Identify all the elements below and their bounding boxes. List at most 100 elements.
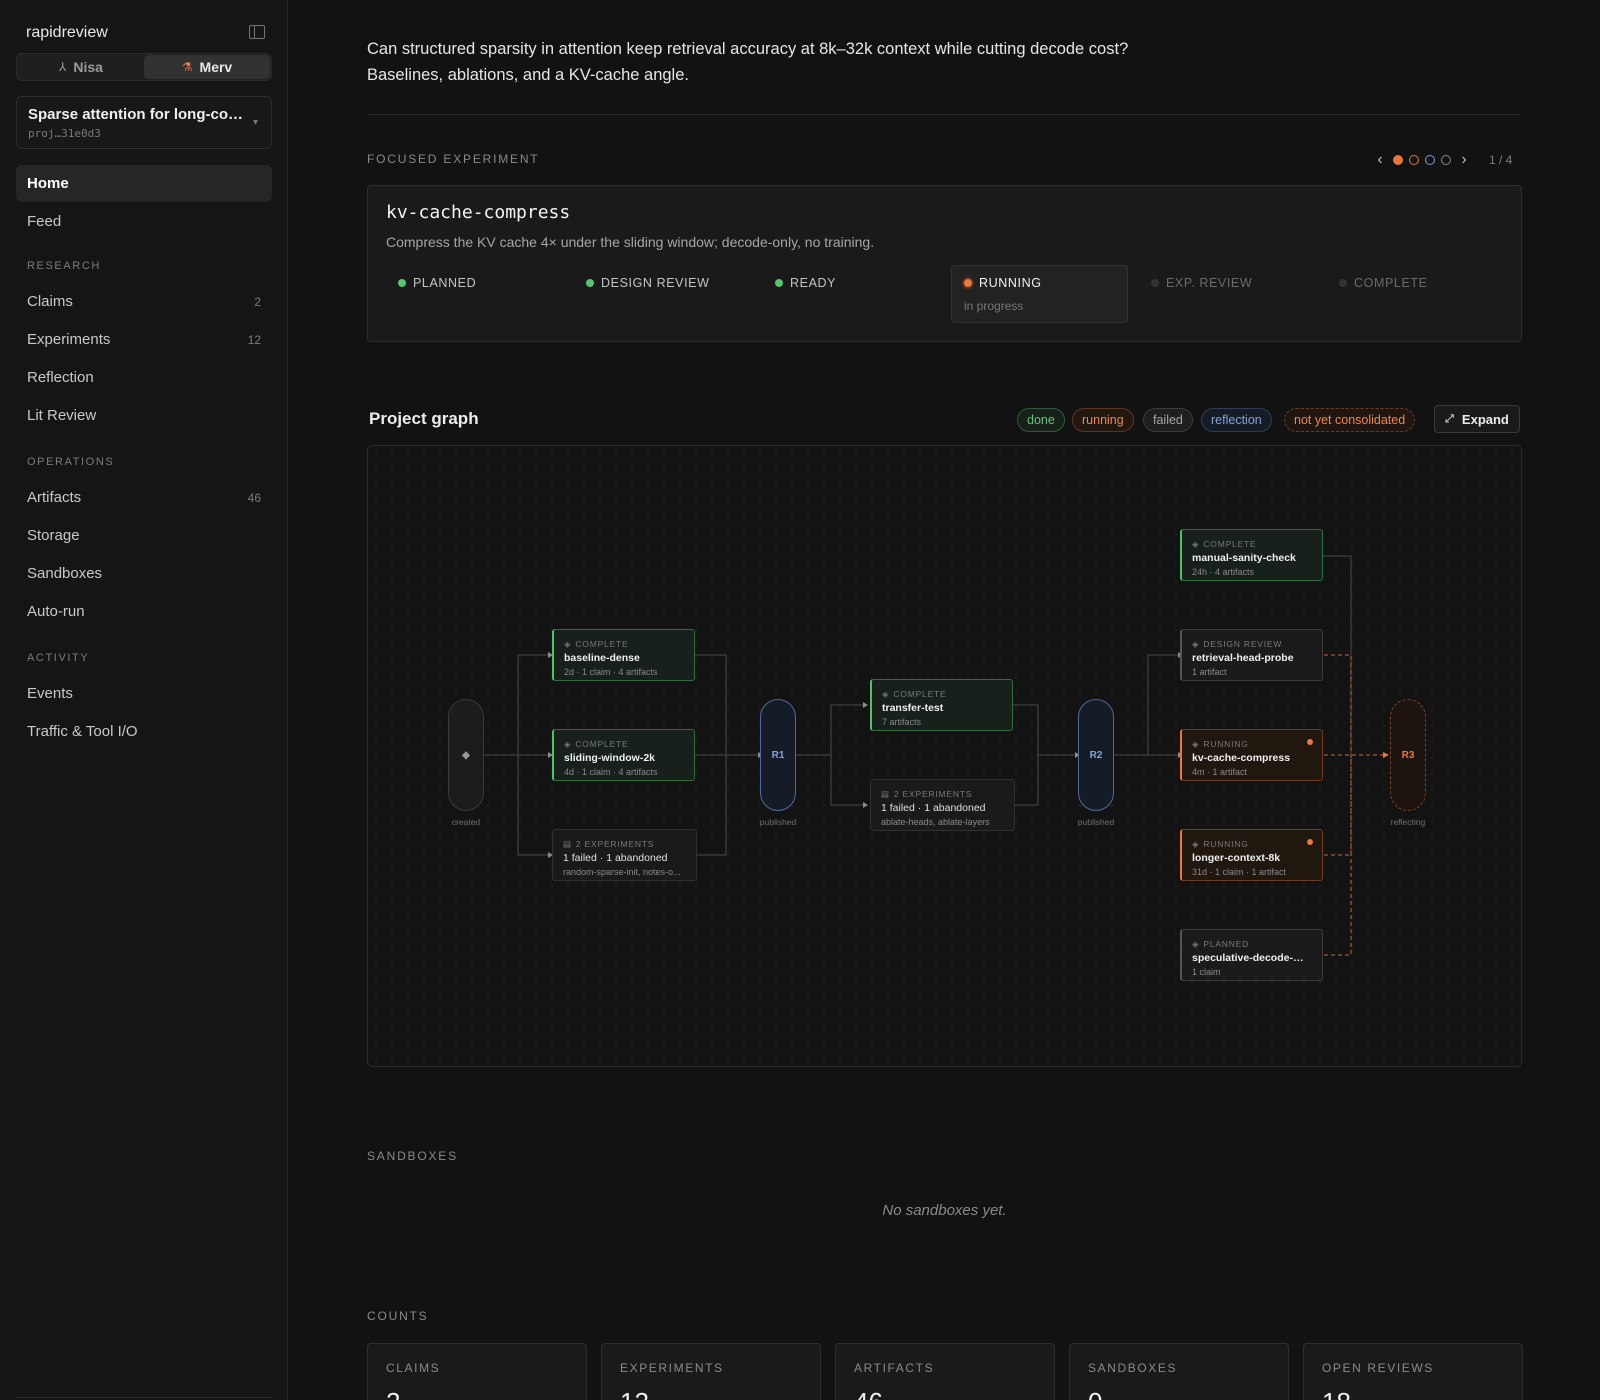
app-brand: rapidreview: [26, 24, 108, 41]
project-graph-canvas[interactable]: ◆ created ◈ COMPLETE baseline-dense 2d · …: [367, 445, 1522, 1067]
node-meta: ablate-heads, ablate-layers: [881, 817, 990, 827]
node-status: RUNNING: [1203, 739, 1249, 749]
flask-icon: ⚗: [181, 60, 193, 74]
nav-label: Reflection: [27, 369, 94, 386]
nav-experiments[interactable]: Experiments 12: [16, 321, 272, 358]
node-name: 1 failed · 1 abandoned: [881, 802, 986, 814]
nav-label: Sandboxes: [27, 565, 103, 582]
pager-dot[interactable]: [1393, 155, 1403, 165]
expand-button[interactable]: ⤢ Expand: [1434, 405, 1520, 433]
graph-node-kv-cache-compress[interactable]: ◈ RUNNING kv-cache-compress 4m · 1 artifa…: [1180, 729, 1323, 781]
graph-node-transfer-test[interactable]: ◈ COMPLETE transfer-test 7 artifacts: [870, 679, 1013, 731]
status-dot: [586, 279, 594, 287]
graph-node-speculative-decode[interactable]: ◈ PLANNED speculative-decode-… 1 claim: [1180, 929, 1323, 981]
stage-complete: COMPLETE: [1327, 266, 1440, 324]
status-dot: [1151, 279, 1159, 287]
user-tab-label: Nisa: [73, 59, 103, 75]
count-value: 12: [620, 1387, 802, 1400]
status-icon: ◈: [1192, 739, 1200, 749]
sandboxes-empty-state: No sandboxes yet.: [882, 1202, 1007, 1219]
node-status: PLANNED: [1203, 939, 1250, 949]
count-value: 46: [854, 1387, 1036, 1400]
count-card-sandboxes[interactable]: SANDBOXES 0: [1069, 1343, 1289, 1400]
nav-storage[interactable]: Storage: [16, 517, 272, 554]
user-tab-nisa[interactable]: ⅄ Nisa: [18, 55, 144, 79]
sidebar: rapidreview ⅄ Nisa ⚗ Merv Sparse attenti…: [0, 0, 288, 1400]
node-name: sliding-window-2k: [564, 752, 655, 764]
stage-running: RUNNING in progress: [951, 265, 1128, 323]
count-card-experiments[interactable]: EXPERIMENTS 12: [601, 1343, 821, 1400]
chevron-left-icon[interactable]: ‹: [1373, 151, 1387, 169]
pager-dot[interactable]: [1425, 155, 1435, 165]
experiment-title: kv-cache-compress: [386, 202, 571, 223]
graph-start-node[interactable]: ◆: [448, 699, 484, 811]
node-status: DESIGN REVIEW: [1203, 639, 1283, 649]
nav-claims[interactable]: Claims 2: [16, 283, 272, 320]
count-value: 18: [1322, 1387, 1504, 1400]
graph-round-r1[interactable]: R1: [760, 699, 796, 811]
stage-planned: PLANNED: [386, 266, 488, 324]
sidebar-divider: [16, 1397, 272, 1398]
pill-caption: reflecting: [1390, 817, 1426, 827]
pager-dot[interactable]: [1409, 155, 1419, 165]
experiment-pager: ‹ › 1 / 4: [1373, 151, 1512, 169]
count-card-open-reviews[interactable]: OPEN REVIEWS 18: [1303, 1343, 1523, 1400]
graph-node-manual-sanity-check[interactable]: ◈ COMPLETE manual-sanity-check 24h · 4 ar…: [1180, 529, 1323, 581]
graph-node-group[interactable]: ▤ 2 EXPERIMENTS 1 failed · 1 abandoned ab…: [870, 779, 1015, 831]
stack-icon: ▤: [563, 839, 572, 849]
node-meta: 1 artifact: [1192, 667, 1227, 677]
count-card-claims[interactable]: CLAIMS 2: [367, 1343, 587, 1400]
graph-node-sliding-window-2k[interactable]: ◈ COMPLETE sliding-window-2k 4d · 1 claim…: [552, 729, 695, 781]
user-icon: ⅄: [59, 60, 67, 74]
nav-traffic[interactable]: Traffic & Tool I/O: [16, 713, 272, 750]
graph-round-r3[interactable]: R3: [1390, 699, 1426, 811]
pager-dot[interactable]: [1441, 155, 1451, 165]
nav-label: Feed: [27, 213, 62, 230]
nav-auto-run[interactable]: Auto-run: [16, 593, 272, 630]
count-card-artifacts[interactable]: ARTIFACTS 46: [835, 1343, 1055, 1400]
node-status: COMPLETE: [575, 639, 629, 649]
nav-sandboxes[interactable]: Sandboxes: [16, 555, 272, 592]
graph-round-r2[interactable]: R2: [1078, 699, 1114, 811]
main-content: Can structured sparsity in attention kee…: [288, 0, 1600, 1400]
node-meta: 31d · 1 claim · 1 artifact: [1192, 867, 1287, 877]
graph-node-retrieval-head-probe[interactable]: ◈ DESIGN REVIEW retrieval-head-probe 1 ar…: [1180, 629, 1323, 681]
status-icon: ◈: [1192, 839, 1200, 849]
nav-reflection[interactable]: Reflection: [16, 359, 272, 396]
focused-experiment-card[interactable]: kv-cache-compress Compress the KV cache …: [367, 185, 1522, 342]
nav-label: Claims: [27, 293, 73, 310]
chevron-right-icon[interactable]: ›: [1457, 151, 1471, 169]
chevron-down-icon: ▾: [252, 117, 258, 128]
experiment-description: Compress the KV cache 4× under the slidi…: [386, 234, 875, 250]
status-icon: ◈: [1192, 539, 1200, 549]
stage-label: DESIGN REVIEW: [601, 276, 710, 290]
node-name: longer-context-8k: [1192, 852, 1281, 864]
nav-lit-review[interactable]: Lit Review: [16, 397, 272, 434]
nav-home[interactable]: Home: [16, 165, 272, 202]
node-status: COMPLETE: [575, 739, 629, 749]
nav-label: Lit Review: [27, 407, 97, 424]
graph-node-baseline-dense[interactable]: ◈ COMPLETE baseline-dense 2d · 1 claim · …: [552, 629, 695, 681]
graph-node-group[interactable]: ▤ 2 EXPERIMENTS 1 failed · 1 abandoned ra…: [552, 829, 697, 881]
nav-label: Home: [27, 175, 69, 192]
stage-design-review: DESIGN REVIEW: [574, 266, 722, 324]
nav-artifacts[interactable]: Artifacts 46: [16, 479, 272, 516]
graph-node-longer-context-8k[interactable]: ◈ RUNNING longer-context-8k 31d · 1 claim…: [1180, 829, 1323, 881]
node-name: speculative-decode-…: [1192, 952, 1304, 964]
pill-caption: created: [451, 817, 481, 827]
stack-icon: ▤: [881, 789, 890, 799]
sidebar-toggle-icon[interactable]: [249, 25, 265, 39]
nav-feed[interactable]: Feed: [16, 203, 272, 240]
project-selector[interactable]: Sparse attention for long-co… proj…31e0d…: [16, 96, 272, 149]
legend-not-yet-consolidated: not yet consolidated: [1284, 408, 1416, 432]
stage-label: PLANNED: [413, 276, 477, 290]
diamond-icon: ◆: [462, 749, 470, 761]
focused-experiment-label: FOCUSED EXPERIMENT: [367, 152, 540, 166]
node-meta: 1 claim: [1192, 967, 1221, 977]
pager-position: 1 / 4: [1489, 153, 1513, 167]
user-switcher: ⅄ Nisa ⚗ Merv: [16, 53, 272, 81]
nav-events[interactable]: Events: [16, 675, 272, 712]
node-status: COMPLETE: [1203, 539, 1257, 549]
stage-label: COMPLETE: [1354, 276, 1428, 290]
user-tab-merv[interactable]: ⚗ Merv: [144, 55, 270, 79]
